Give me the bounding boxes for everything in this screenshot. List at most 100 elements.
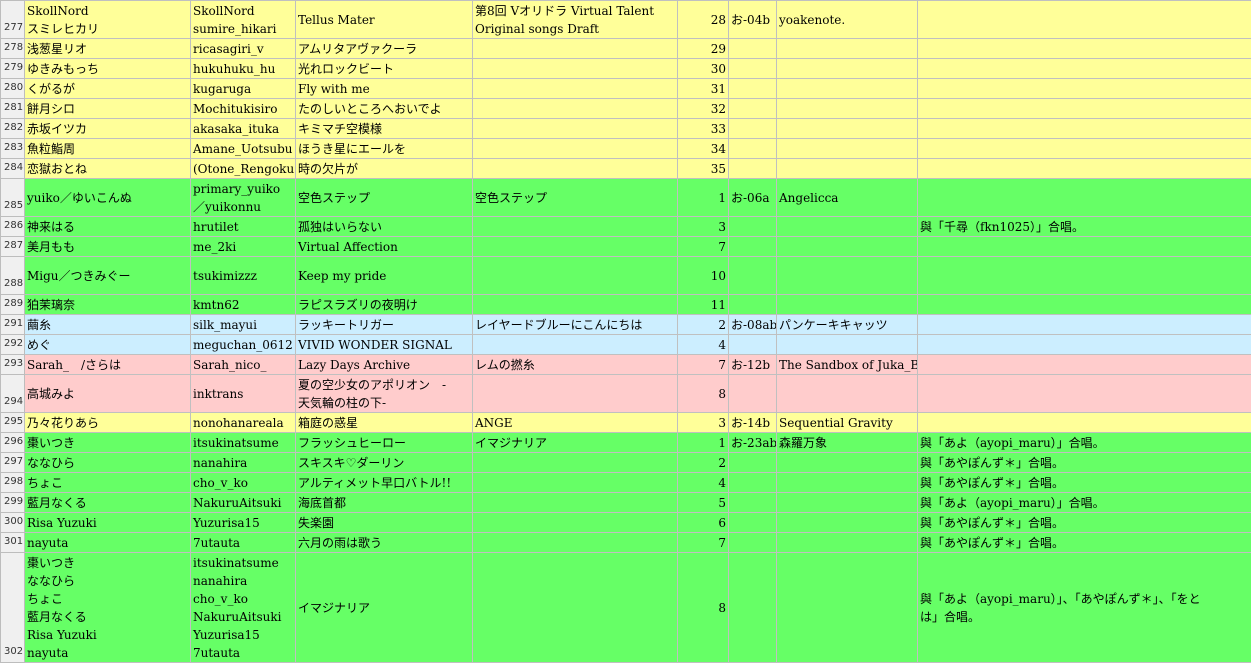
cell-song[interactable]: 海底首都: [296, 493, 473, 513]
cell-booth-code[interactable]: [729, 217, 777, 237]
cell-track[interactable]: 3: [678, 413, 729, 433]
cell-track[interactable]: 28: [678, 1, 729, 39]
row-header[interactable]: 297: [1, 453, 25, 473]
cell-name[interactable]: Risa Yuzuki: [25, 513, 191, 533]
cell-name[interactable]: 赤坂イツカ: [25, 119, 191, 139]
cell-note[interactable]: [918, 99, 1251, 119]
cell-circle[interactable]: [777, 453, 918, 473]
cell-album[interactable]: [473, 335, 678, 355]
row-header[interactable]: 289: [1, 295, 25, 315]
cell-song[interactable]: Fly with me: [296, 79, 473, 99]
cell-song[interactable]: アムリタアヴァクーラ: [296, 39, 473, 59]
cell-track[interactable]: 10: [678, 257, 729, 295]
cell-note[interactable]: [918, 375, 1251, 413]
cell-album[interactable]: [473, 533, 678, 553]
cell-handle[interactable]: SkollNordsumire_hikari: [191, 1, 296, 39]
cell-song[interactable]: スキスキ♡ダーリン: [296, 453, 473, 473]
cell-name[interactable]: 神来はる: [25, 217, 191, 237]
cell-booth-code[interactable]: お-23ab: [729, 433, 777, 453]
cell-note[interactable]: [918, 179, 1251, 217]
cell-note[interactable]: 與「あよ（ayopi_maru）」、「あやぽんず＊」、「をとは」合唱。: [918, 553, 1251, 663]
cell-note[interactable]: [918, 1, 1251, 39]
cell-circle[interactable]: [777, 493, 918, 513]
cell-name[interactable]: めぐ: [25, 335, 191, 355]
cell-note[interactable]: [918, 315, 1251, 335]
cell-name[interactable]: Sarah_ /さらは: [25, 355, 191, 375]
cell-booth-code[interactable]: [729, 59, 777, 79]
cell-note[interactable]: [918, 355, 1251, 375]
cell-name[interactable]: nayuta: [25, 533, 191, 553]
cell-circle[interactable]: [777, 139, 918, 159]
cell-handle[interactable]: Yuzurisa15: [191, 513, 296, 533]
cell-song[interactable]: VIVID WONDER SIGNAL: [296, 335, 473, 355]
row-header[interactable]: 279: [1, 59, 25, 79]
cell-track[interactable]: 29: [678, 39, 729, 59]
cell-circle[interactable]: [777, 119, 918, 139]
cell-circle[interactable]: [777, 159, 918, 179]
cell-song[interactable]: Virtual Affection: [296, 237, 473, 257]
cell-album[interactable]: レイヤードブルーにこんにちは: [473, 315, 678, 335]
cell-handle[interactable]: silk_mayui: [191, 315, 296, 335]
row-header[interactable]: 285: [1, 179, 25, 217]
cell-name[interactable]: 繭糸: [25, 315, 191, 335]
row-header[interactable]: 295: [1, 413, 25, 433]
cell-album[interactable]: [473, 473, 678, 493]
cell-name[interactable]: ななひら: [25, 453, 191, 473]
cell-track[interactable]: 33: [678, 119, 729, 139]
cell-song[interactable]: 光れロックビート: [296, 59, 473, 79]
cell-note[interactable]: 與「あやぽんず＊」合唱。: [918, 453, 1251, 473]
cell-handle[interactable]: Amane_Uotsubu: [191, 139, 296, 159]
cell-album[interactable]: [473, 159, 678, 179]
cell-note[interactable]: [918, 139, 1251, 159]
cell-name[interactable]: 棗いつき: [25, 433, 191, 453]
cell-circle[interactable]: [777, 473, 918, 493]
cell-album[interactable]: 空色ステップ: [473, 179, 678, 217]
cell-album[interactable]: [473, 59, 678, 79]
cell-handle[interactable]: hrutilet: [191, 217, 296, 237]
row-header[interactable]: 283: [1, 139, 25, 159]
cell-handle[interactable]: (Otone_Rengoku): [191, 159, 296, 179]
cell-track[interactable]: 7: [678, 237, 729, 257]
cell-name[interactable]: 棗いつきななひらちょこ藍月なくるRisa Yuzukinayuta: [25, 553, 191, 663]
cell-booth-code[interactable]: [729, 79, 777, 99]
row-header[interactable]: 281: [1, 99, 25, 119]
cell-circle[interactable]: パンケーキキャッツ: [777, 315, 918, 335]
cell-name[interactable]: ちょこ: [25, 473, 191, 493]
cell-handle[interactable]: itsukinatsume: [191, 433, 296, 453]
cell-circle[interactable]: [777, 513, 918, 533]
cell-song[interactable]: キミマチ空模様: [296, 119, 473, 139]
cell-track[interactable]: 1: [678, 179, 729, 217]
cell-album[interactable]: [473, 139, 678, 159]
cell-album[interactable]: [473, 237, 678, 257]
cell-album[interactable]: [473, 513, 678, 533]
cell-note[interactable]: [918, 119, 1251, 139]
cell-note[interactable]: [918, 59, 1251, 79]
cell-note[interactable]: 與「あよ（ayopi_maru）」合唱。: [918, 433, 1251, 453]
cell-track[interactable]: 7: [678, 355, 729, 375]
row-header[interactable]: 298: [1, 473, 25, 493]
cell-name[interactable]: 藍月なくる: [25, 493, 191, 513]
cell-track[interactable]: 3: [678, 217, 729, 237]
cell-track[interactable]: 4: [678, 473, 729, 493]
row-header[interactable]: 288: [1, 257, 25, 295]
cell-album[interactable]: [473, 295, 678, 315]
row-header[interactable]: 300: [1, 513, 25, 533]
cell-handle[interactable]: Sarah_nico_: [191, 355, 296, 375]
cell-song[interactable]: ほうき星にエールを: [296, 139, 473, 159]
cell-track[interactable]: 31: [678, 79, 729, 99]
cell-handle[interactable]: itsukinatsumenanahiracho_v_koNakuruAitsu…: [191, 553, 296, 663]
cell-song[interactable]: Tellus Mater: [296, 1, 473, 39]
cell-track[interactable]: 2: [678, 453, 729, 473]
cell-song[interactable]: フラッシュヒーロー: [296, 433, 473, 453]
cell-album[interactable]: 第8回 Vオリドラ Virtual TalentOriginal songs D…: [473, 1, 678, 39]
cell-handle[interactable]: NakuruAitsuki: [191, 493, 296, 513]
cell-booth-code[interactable]: [729, 533, 777, 553]
row-header[interactable]: 280: [1, 79, 25, 99]
cell-booth-code[interactable]: [729, 553, 777, 663]
cell-booth-code[interactable]: お-06a: [729, 179, 777, 217]
cell-circle[interactable]: [777, 237, 918, 257]
cell-album[interactable]: [473, 99, 678, 119]
cell-handle[interactable]: meguchan_0612: [191, 335, 296, 355]
row-header[interactable]: 299: [1, 493, 25, 513]
row-header[interactable]: 294: [1, 375, 25, 413]
